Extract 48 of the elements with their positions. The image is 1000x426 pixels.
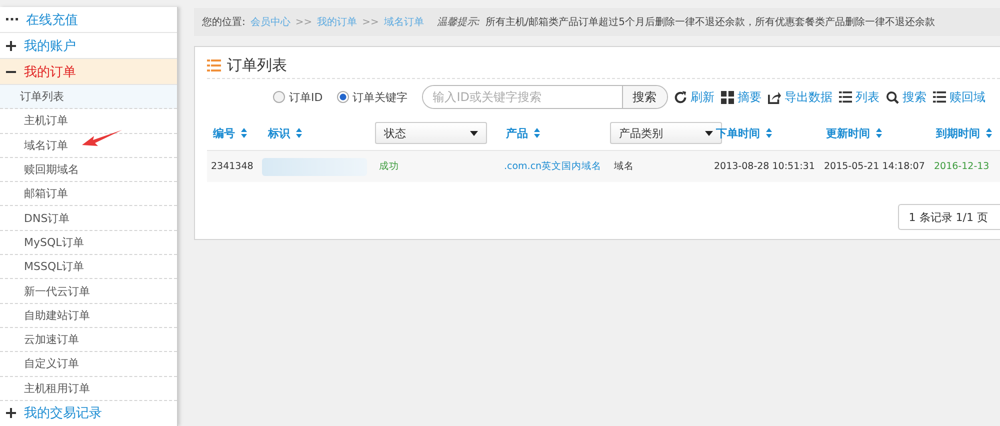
pagination-info: 1 条记录 1/1 页	[898, 204, 1000, 230]
menu-item[interactable]: 邮箱订单	[0, 182, 177, 206]
location-label: 您的位置:	[202, 16, 246, 29]
table-cell-text: 2015-05-21 14:18:07	[823, 161, 925, 172]
toolbar-link[interactable]: 赎回域	[932, 88, 986, 106]
menu-group[interactable]: 我的交易记录	[0, 400, 177, 426]
menu-group[interactable]: 在线充值	[0, 7, 177, 33]
breadcrumb-separator: >>	[295, 16, 312, 28]
menu-item[interactable]: 订单列表	[0, 85, 177, 110]
radio-option[interactable]: 订单ID	[273, 90, 323, 104]
column-header[interactable]: 标识	[262, 126, 375, 140]
column-header[interactable]: 更新时间	[820, 126, 930, 140]
menu-item[interactable]: 自助建站订单	[0, 304, 177, 328]
menu-item[interactable]: MySQL订单	[0, 230, 177, 256]
search-button[interactable]: 搜索	[622, 86, 667, 108]
table-cell-text: 2016-12-13	[933, 161, 990, 172]
menu-item[interactable]: 云加速订单	[0, 328, 177, 352]
column-filter-dropdown[interactable]: 状态	[375, 122, 487, 144]
notice-label: 温馨提示:	[436, 16, 480, 29]
breadcrumb-separator: >>	[362, 16, 379, 28]
table-cell-text: 域名	[613, 160, 634, 173]
toolbar-link[interactable]: 搜索	[886, 88, 927, 106]
search-field[interactable]: 输入ID或关键字搜索 搜索	[422, 85, 668, 109]
breadcrumb-link[interactable]: 会员中心	[250, 15, 290, 29]
menu-item[interactable]: MSSQL订单	[0, 255, 177, 280]
radio-option[interactable]: 订单关键字	[336, 90, 408, 104]
table-cell[interactable]: .com.cn英文国内域名	[500, 160, 602, 173]
table-cell-text: 2013-08-28 10:51:31	[713, 161, 815, 172]
menu-item[interactable]: DNS订单	[0, 206, 177, 231]
table-cell-text: 2341348	[210, 161, 254, 172]
menu-item[interactable]: 域名订单	[0, 134, 177, 158]
toolbar-link[interactable]: 刷新	[674, 88, 715, 106]
panel-title: 订单列表	[227, 56, 287, 75]
column-header[interactable]: 编号	[207, 126, 262, 140]
toolbar-link[interactable]: 摘要	[720, 88, 762, 106]
menu-item[interactable]: 自定义订单	[0, 352, 177, 377]
notice-text: 所有主机/邮箱类产品订单超过5个月后删除一律不退还余款，所有优惠套餐类产品删除一律不退还余款	[485, 16, 936, 29]
toolbar-link[interactable]: 列表	[838, 88, 880, 106]
menu-item[interactable]: 新一代云订单	[0, 279, 177, 304]
table-cell-text: 成功	[378, 160, 399, 173]
column-header[interactable]: 产品	[500, 126, 610, 140]
menu-item[interactable]: 主机租用订单	[0, 376, 177, 401]
menu-group[interactable]: 我的账户	[0, 33, 177, 59]
toolbar-link[interactable]: 导出数据	[768, 88, 833, 106]
column-header[interactable]: 到期时间	[930, 126, 1000, 140]
menu-group[interactable]: 我的订单	[0, 59, 177, 85]
menu-item[interactable]: 主机订单	[0, 109, 177, 134]
menu-item[interactable]: 赎回期域名	[0, 158, 177, 182]
